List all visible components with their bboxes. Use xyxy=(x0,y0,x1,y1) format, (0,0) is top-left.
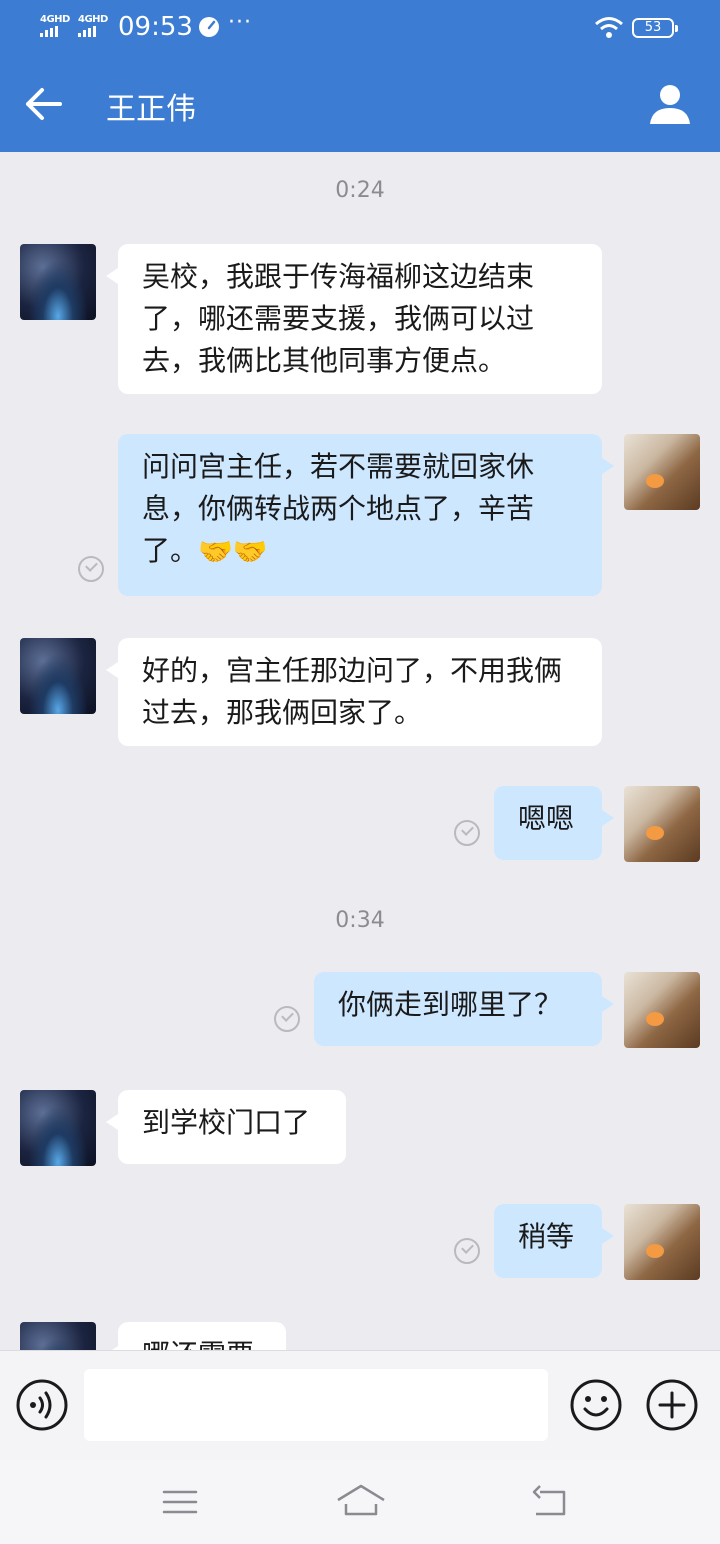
more-indicator: ··· xyxy=(228,10,252,35)
my-avatar[interactable] xyxy=(624,786,700,862)
incoming-message[interactable]: 吴校，我跟于传海福柳这边结束了，哪还需要支援，我俩可以过去，我俩比其他同事方便点… xyxy=(106,244,602,394)
person-icon[interactable] xyxy=(646,82,694,126)
top-bar: 4GHD 4GHD 09:53 ··· 53 王正伟 xyxy=(0,0,720,152)
speedometer-icon xyxy=(199,17,219,37)
back-icon[interactable] xyxy=(528,1480,572,1524)
network-type-1: 4GHD xyxy=(40,14,70,25)
incoming-message[interactable]: 哪还需要 xyxy=(106,1322,286,1350)
status-time: 09:53 xyxy=(118,12,193,42)
my-avatar[interactable] xyxy=(624,1204,700,1280)
my-avatar[interactable] xyxy=(624,972,700,1048)
timestamp: 0:34 xyxy=(335,908,385,933)
incoming-message[interactable]: 到学校门口了 xyxy=(106,1090,346,1164)
contact-avatar[interactable] xyxy=(20,1322,96,1350)
network-type-2: 4GHD xyxy=(78,14,108,25)
battery-icon: 53 xyxy=(632,18,678,38)
battery-level: 53 xyxy=(644,20,662,35)
read-check-icon xyxy=(274,1006,300,1032)
outgoing-message[interactable]: 稍等 xyxy=(494,1204,614,1278)
outgoing-message[interactable]: 你俩走到哪里了？ xyxy=(314,972,614,1046)
handshake-emoji: 🤝🤝 xyxy=(198,535,268,568)
incoming-message[interactable]: 好的，宫主任那边问了，不用我俩过去，那我俩回家了。 xyxy=(106,638,602,746)
read-check-icon xyxy=(78,556,104,582)
wifi-icon xyxy=(595,17,623,38)
contact-avatar[interactable] xyxy=(20,1090,96,1166)
input-bar xyxy=(0,1350,720,1460)
plus-icon[interactable] xyxy=(646,1379,698,1431)
message-input[interactable] xyxy=(84,1369,548,1441)
outgoing-message[interactable]: 问问宫主任，若不需要就回家休息，你俩转战两个地点了，辛苦了。🤝🤝 xyxy=(118,434,614,596)
timestamp: 0:24 xyxy=(335,178,385,203)
my-avatar[interactable] xyxy=(624,434,700,510)
arrow-left-icon[interactable] xyxy=(22,84,66,124)
menu-icon[interactable] xyxy=(158,1480,202,1524)
voice-icon[interactable] xyxy=(16,1379,68,1431)
system-nav-bar xyxy=(0,1460,720,1544)
contact-avatar[interactable] xyxy=(20,638,96,714)
read-check-icon xyxy=(454,820,480,846)
read-check-icon xyxy=(454,1238,480,1264)
message-list[interactable]: 0:24 吴校，我跟于传海福柳这边结束了，哪还需要支援，我俩可以过去，我俩比其他… xyxy=(0,152,720,1350)
status-bar: 4GHD 4GHD 09:53 ··· 53 xyxy=(0,0,720,56)
chat-title: 王正伟 xyxy=(106,92,196,127)
contact-avatar[interactable] xyxy=(20,244,96,320)
signal-icon xyxy=(40,26,58,37)
home-icon[interactable] xyxy=(336,1480,386,1524)
signal-icon xyxy=(78,26,96,37)
outgoing-message[interactable]: 嗯嗯 xyxy=(494,786,614,860)
emoji-icon[interactable] xyxy=(570,1379,622,1431)
